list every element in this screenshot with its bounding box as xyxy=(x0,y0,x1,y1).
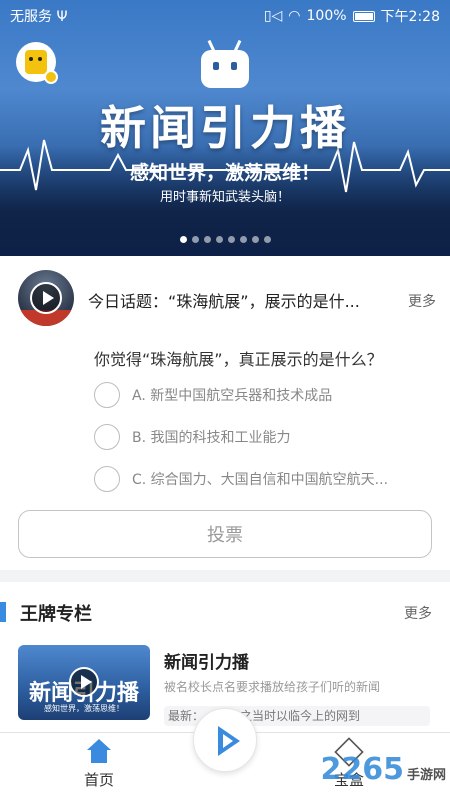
section-divider xyxy=(0,570,450,582)
nav-home-label: 首页 xyxy=(83,771,114,789)
signal-icon: ▯◁ xyxy=(263,8,283,24)
radio-button[interactable] xyxy=(94,424,120,450)
thumb-subtitle: 感知世界，激荡思维！ xyxy=(44,704,124,713)
column-more-link[interactable]: 更多 xyxy=(404,603,432,623)
carousel-dot[interactable] xyxy=(263,236,271,243)
play-icon[interactable] xyxy=(69,667,99,697)
avatar-mascot-icon xyxy=(25,50,47,74)
wifi-icon: ◠ xyxy=(288,8,301,24)
carousel-dot[interactable] xyxy=(191,236,199,243)
carousel-dot[interactable] xyxy=(227,236,235,243)
carousel-dot[interactable] xyxy=(239,236,247,243)
poll-option-label: B. 我国的科技和工业能力 xyxy=(132,430,291,446)
poll-option-b[interactable]: B. 我国的科技和工业能力 xyxy=(94,422,434,452)
daily-topic-card: 今日话题：“珠海航展”，展示的是什... 更多 你觉得“珠海航展”，真正展示的是… xyxy=(0,256,450,570)
battery-icon xyxy=(352,10,375,22)
poll-option-label: A. 新型中国航空兵器和技术成品 xyxy=(132,388,333,404)
vote-button[interactable]: 投票 xyxy=(18,510,432,558)
avatar-badge-icon xyxy=(44,70,58,84)
home-icon xyxy=(85,739,113,765)
radio-button[interactable] xyxy=(94,382,120,408)
carousel-dot[interactable] xyxy=(215,236,223,243)
top-banner[interactable]: 无服务 Ψ ▯◁ ◠ 100% 下午2:28 新闻引力播 感知世界，激荡思维！ … xyxy=(0,0,450,256)
center-play-button[interactable] xyxy=(193,708,257,772)
user-avatar[interactable] xyxy=(16,42,58,84)
poll-option-a[interactable]: A. 新型中国航空兵器和技术成品 xyxy=(94,380,434,410)
column-item-name[interactable]: 新闻引力播 xyxy=(164,648,249,673)
radio-button[interactable] xyxy=(94,466,120,492)
play-icon[interactable] xyxy=(30,282,62,314)
carousel-dot[interactable] xyxy=(179,236,187,243)
status-bar: 无服务 Ψ ▯◁ ◠ 100% 下午2:28 xyxy=(0,0,450,30)
poll-option-c[interactable]: C. 综合国力、大国自信和中国航空航天... xyxy=(94,464,434,494)
topic-thumbnail[interactable] xyxy=(18,270,74,326)
column-section-title: 王牌专栏 xyxy=(20,604,92,625)
column-item-thumbnail[interactable]: 新闻引力播 感知世界，激荡思维！ xyxy=(18,645,150,720)
battery-percent: 100% xyxy=(306,8,347,24)
banner-title: 新闻引力播 xyxy=(100,101,350,155)
poll-option-label: C. 综合国力、大国自信和中国航空航天... xyxy=(132,472,389,488)
topic-title[interactable]: 今日话题：“珠海航展”，展示的是什... xyxy=(88,288,408,312)
column-item-description: 被名校长点名要求播放给孩子们听的新闻 xyxy=(164,680,381,694)
poll-question: 你觉得“珠海航展”，真正展示的是什么？ xyxy=(94,350,383,369)
banner-subtitle: 感知世界，激荡思维！ xyxy=(129,162,320,184)
robot-mascot-icon xyxy=(196,39,254,92)
carousel-dots[interactable] xyxy=(0,236,450,243)
clock: 下午2:28 xyxy=(380,9,440,25)
carousel-dot[interactable] xyxy=(203,236,211,243)
banner-tagline: 用时事新知武装头脑！ xyxy=(159,190,290,205)
carrier-text: 无服务 Ψ xyxy=(10,9,68,25)
topic-more-link[interactable]: 更多 xyxy=(408,291,436,311)
section-accent-bar xyxy=(0,602,6,622)
carousel-dot[interactable] xyxy=(251,236,259,243)
watermark: 2265 手游网 xyxy=(320,752,446,787)
nav-home[interactable]: 首页 xyxy=(54,739,144,790)
